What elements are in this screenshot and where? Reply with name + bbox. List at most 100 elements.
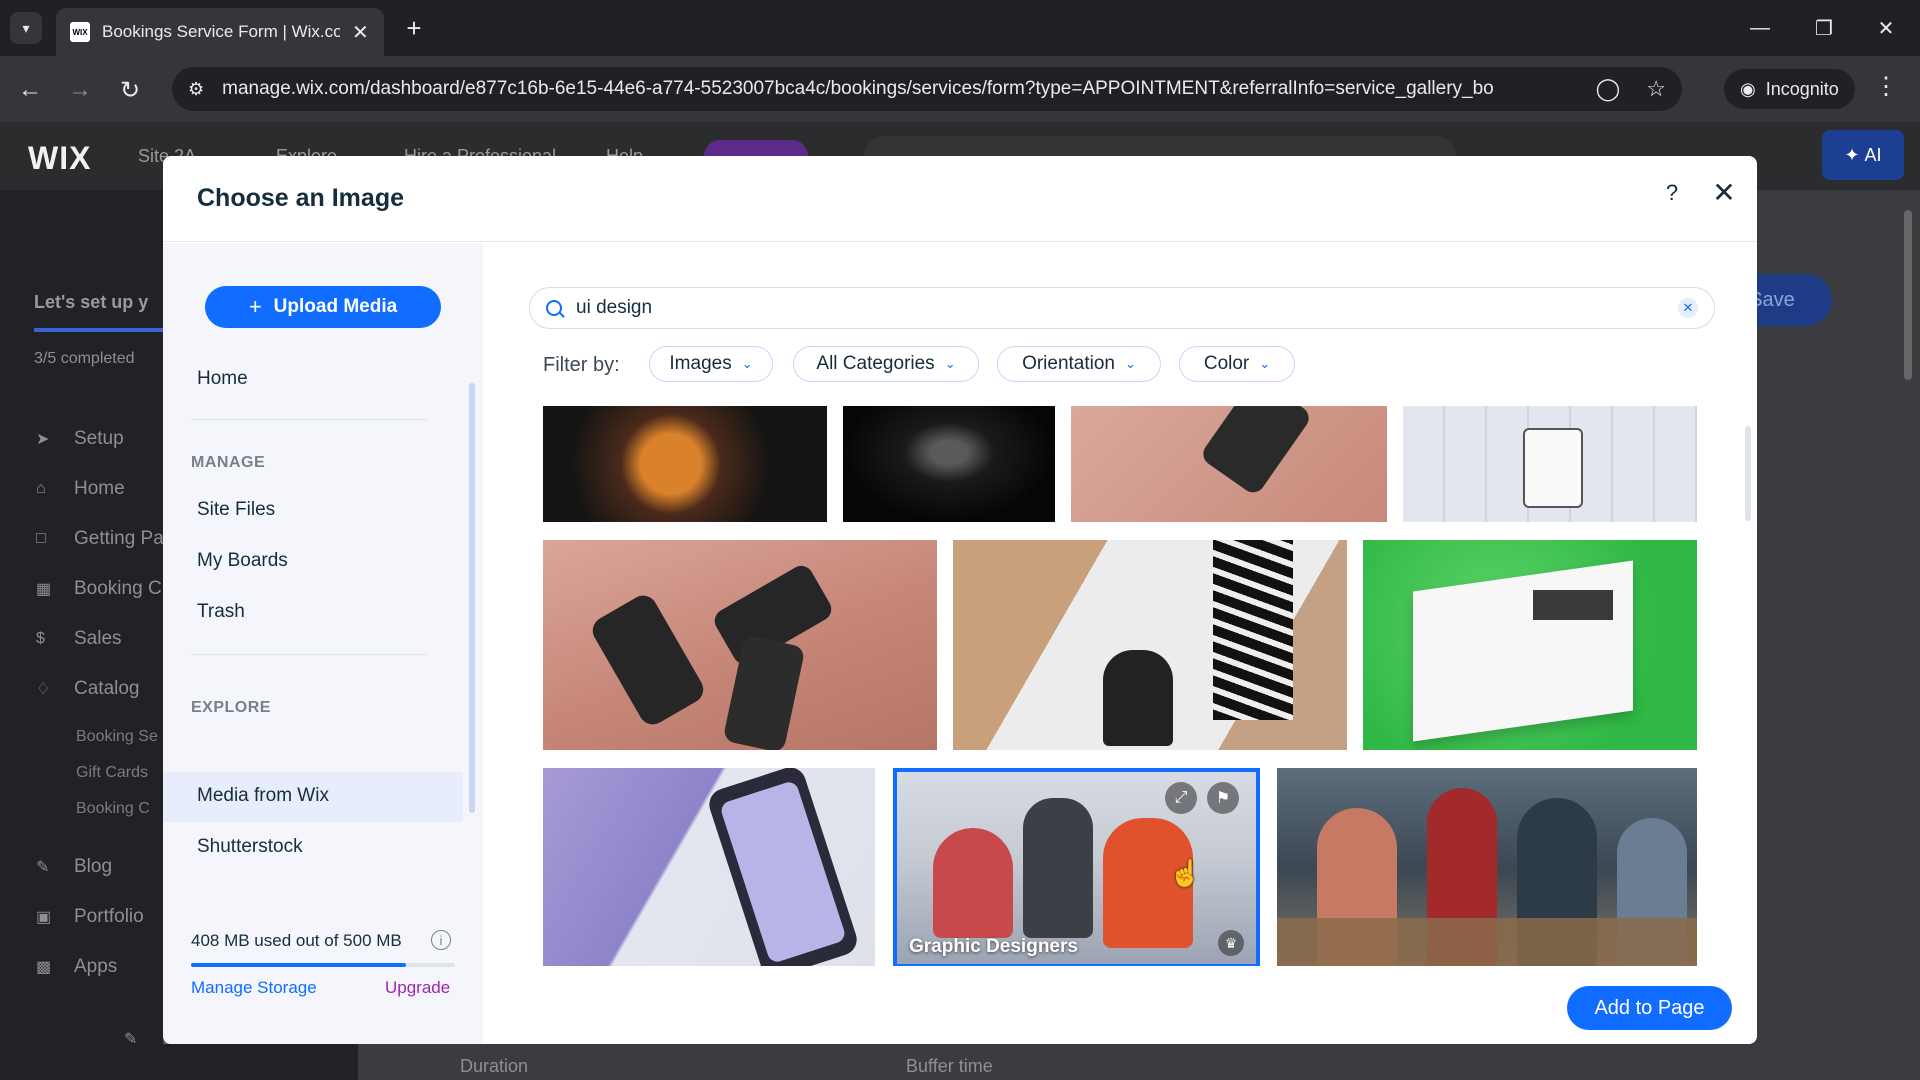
expand-icon[interactable]: ⤢ [1165, 782, 1197, 814]
pencil-icon: ✎ [124, 1031, 138, 1048]
image-thumbnail[interactable] [543, 406, 827, 522]
image-grid: ⤢ ⚑ Graphic Designers ♛ ☝ [543, 406, 1713, 966]
search-icon [546, 300, 562, 316]
image-thumbnail[interactable] [1277, 768, 1697, 966]
image-thumbnail[interactable] [543, 768, 875, 966]
sidebar-item-getting-paid[interactable]: □ Getting Pa [36, 528, 164, 550]
sidebar-item-home[interactable]: Home [197, 368, 248, 390]
sidebar-item-home[interactable]: ⌂ Home [36, 478, 125, 500]
window-close-icon[interactable]: ✕ [1866, 10, 1906, 46]
wix-logo[interactable]: WIX [28, 140, 91, 177]
sidebar-item-catalog[interactable]: ♢ Catalog [36, 678, 140, 700]
tab-title: Bookings Service Form | Wix.com [102, 22, 340, 41]
sidebar-item-booking-calendar[interactable]: ▦ Booking C [36, 578, 162, 600]
clear-search-icon[interactable]: ✕ [1678, 298, 1698, 318]
explore-heading: EXPLORE [191, 699, 271, 716]
close-icon[interactable]: ✕ [1707, 176, 1741, 209]
calendar-icon: ▦ [36, 581, 52, 598]
upload-media-button[interactable]: + Upload Media [205, 286, 441, 328]
upgrade-link[interactable]: Upgrade [385, 978, 450, 998]
incognito-indicator[interactable]: ◉ Incognito [1724, 69, 1855, 109]
storage-usage-text: 408 MB used out of 500 MB [191, 931, 402, 950]
media-sidebar: + Upload Media Home MANAGE Site Files My… [163, 243, 483, 1044]
sidebar-item-portfolio[interactable]: ▣ Portfolio [36, 906, 144, 928]
new-tab-plus-icon[interactable]: + [398, 12, 430, 44]
tag-icon: ♢ [36, 681, 51, 698]
duration-label: Duration [460, 1056, 529, 1076]
chevron-down-icon: ⌄ [1125, 356, 1136, 371]
help-icon[interactable]: ? [1657, 180, 1687, 206]
browser-tab-bar: ▾ WIX Bookings Service Form | Wix.com ✕ … [0, 0, 1920, 56]
setup-progress-count: 3/5 completed [34, 350, 135, 367]
site-info-icon[interactable]: ⚙ [188, 79, 204, 100]
wix-favicon-icon: WIX [70, 22, 90, 42]
briefcase-icon: ▣ [36, 909, 52, 926]
home-icon: ⌂ [36, 480, 46, 497]
forward-icon[interactable]: → [62, 72, 98, 108]
filter-categories-dropdown[interactable]: All Categories ⌄ [793, 346, 979, 382]
crown-icon: ♛ [1218, 930, 1244, 956]
filter-color-dropdown[interactable]: Color ⌄ [1179, 346, 1295, 382]
restore-icon[interactable]: ❐ [1804, 10, 1844, 46]
chevron-down-icon: ⌄ [1259, 356, 1271, 371]
sidebar-item-blog[interactable]: ✎ Blog [36, 856, 112, 878]
add-to-page-button[interactable]: Add to Page [1567, 986, 1732, 1030]
sidebar-item-shutterstock[interactable]: Shutterstock [197, 836, 303, 858]
image-thumbnail[interactable] [1363, 540, 1697, 750]
sidebar-item-sales[interactable]: $ Sales [36, 628, 122, 650]
browser-tab[interactable]: WIX Bookings Service Form | Wix.com ✕ [56, 8, 384, 56]
back-icon[interactable]: ← [12, 72, 48, 108]
sidebar-item-my-boards[interactable]: My Boards [197, 550, 288, 572]
media-search-input[interactable]: ui design ✕ [529, 287, 1715, 329]
filter-images-dropdown[interactable]: Images ⌄ [649, 346, 773, 382]
buffer-time-label: Buffer time [906, 1056, 993, 1076]
choose-image-dialog: Choose an Image ? ✕ + Upload Media Home … [163, 156, 1757, 1044]
sidebar-item-trash[interactable]: Trash [197, 601, 245, 623]
pen-icon: ✎ [36, 859, 50, 876]
chevron-down-icon: ⌄ [741, 356, 753, 371]
filter-label: Filter by: [543, 354, 620, 376]
grid-scrollbar[interactable] [1745, 426, 1751, 521]
sidebar-subitem-booking-calendar[interactable]: Booking C [76, 800, 150, 818]
close-tab-icon[interactable]: ✕ [352, 20, 369, 45]
plus-icon: + [248, 294, 262, 319]
minimize-icon[interactable]: — [1740, 10, 1780, 46]
storage-usage-fill [191, 963, 407, 967]
address-bar[interactable]: ⚙ manage.wix.com/dashboard/e877c16b-6e15… [172, 67, 1682, 111]
sidebar-item-setup[interactable]: ➤ Setup [36, 428, 124, 450]
tab-list-icon[interactable]: ▾ [10, 12, 42, 44]
more-icon[interactable]: ⋮ [1874, 72, 1898, 101]
storage-usage-bar [191, 963, 455, 967]
star-icon[interactable]: ☆ [1646, 76, 1666, 102]
image-thumbnail[interactable] [953, 540, 1347, 750]
sidebar-item-media-from-wix[interactable]: Media from Wix [197, 785, 329, 807]
filter-orientation-dropdown[interactable]: Orientation ⌄ [997, 346, 1161, 382]
setup-heading: Let's set up y [34, 292, 149, 312]
manage-storage-link[interactable]: Manage Storage [191, 978, 317, 998]
eye-off-icon[interactable]: ◯ [1596, 76, 1621, 102]
image-thumbnail[interactable] [843, 406, 1055, 522]
page-scrollbar[interactable] [1904, 210, 1912, 380]
image-thumbnail[interactable] [543, 540, 937, 750]
image-thumbnail[interactable] [1403, 406, 1697, 522]
search-query[interactable]: ui design [576, 297, 1678, 319]
document-icon: □ [36, 530, 46, 547]
ai-button[interactable]: ✦ AI [1822, 130, 1904, 180]
image-thumbnail[interactable] [1071, 406, 1387, 522]
image-thumbnail-selected[interactable]: ⤢ ⚑ Graphic Designers ♛ ☝ [893, 768, 1260, 966]
sidebar-scrollbar[interactable] [469, 383, 475, 813]
sidebar-item-site-files[interactable]: Site Files [197, 499, 275, 521]
info-icon[interactable]: i [431, 930, 451, 950]
url-text[interactable]: manage.wix.com/dashboard/e877c16b-6e15-4… [222, 78, 1570, 100]
sidebar-item-apps[interactable]: ▩ Apps [36, 956, 117, 978]
reload-icon[interactable]: ↻ [112, 72, 148, 108]
sidebar-subitem-booking-services[interactable]: Booking Se [76, 728, 158, 746]
manage-heading: MANAGE [191, 454, 266, 471]
bookmark-icon[interactable]: ⚑ [1207, 782, 1239, 814]
apps-icon: ▩ [36, 959, 52, 976]
sidebar-subitem-gift-cards[interactable]: Gift Cards [76, 764, 148, 782]
image-caption: Graphic Designers [909, 936, 1078, 957]
dialog-title: Choose an Image [197, 184, 404, 212]
hand-cursor-icon: ☝ [1169, 858, 1202, 888]
dialog-header: Choose an Image ? ✕ [163, 156, 1757, 242]
